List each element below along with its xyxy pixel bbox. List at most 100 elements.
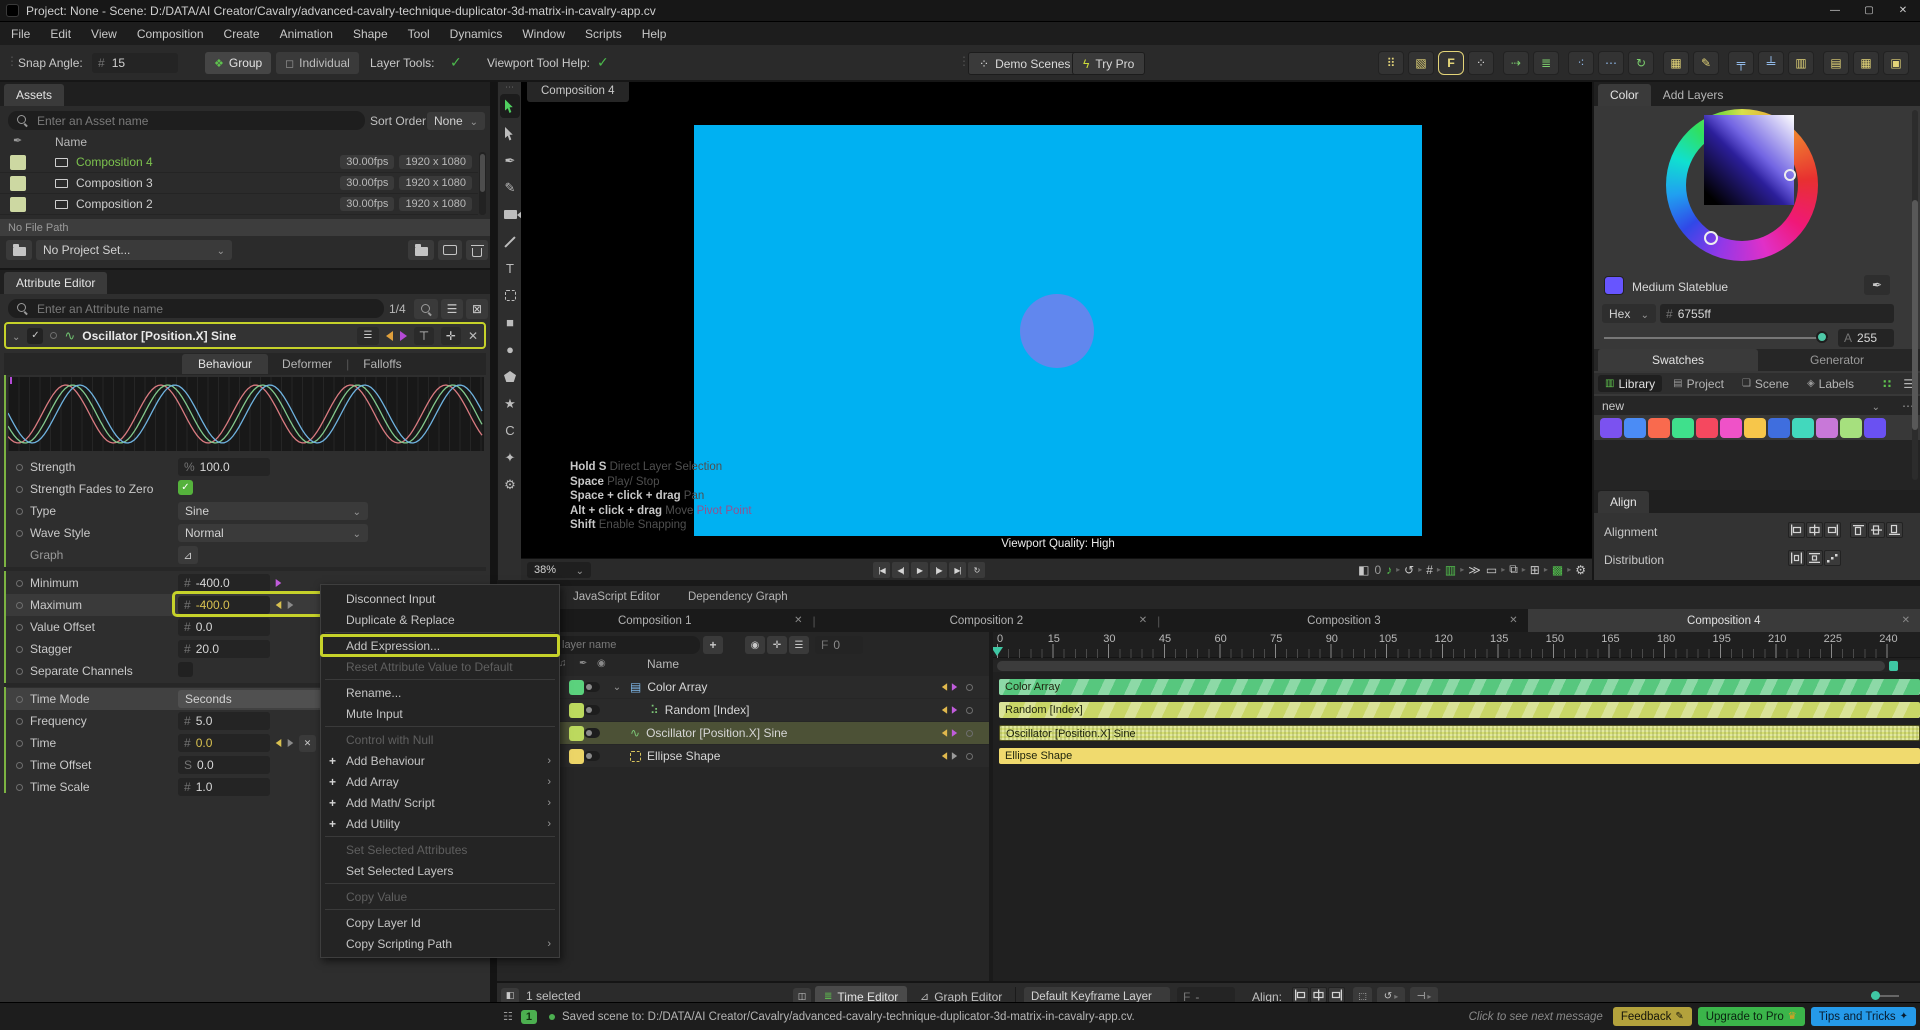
hex-mode-dropdown[interactable]: Hex [1602,304,1656,323]
menu-item-add-expression-[interactable]: Add Expression... [320,634,560,657]
close-tab-icon[interactable]: ✕ [1139,615,1147,626]
select-tool[interactable] [500,94,520,118]
line-tool[interactable] [498,228,522,255]
asset-color-swatch[interactable] [10,154,26,170]
move-icon[interactable]: ✛ [440,326,461,345]
color-swatch[interactable] [1720,418,1742,438]
layer-row-ellipse-shape[interactable]: Ellipse Shape [497,745,989,767]
layer-tools-check[interactable]: ✓ [450,54,462,71]
camera-tool[interactable] [498,201,522,228]
layer-color-swatch[interactable] [569,725,584,741]
duplicate-view-icon[interactable]: ⊞ [1529,563,1541,577]
asset-name[interactable]: Composition 3 [76,176,340,190]
canvas-circle[interactable] [1020,294,1094,368]
layer-out-arrow[interactable] [951,729,958,737]
tab-assets[interactable]: Assets [4,84,65,106]
layer-visibility-toggle[interactable] [584,682,600,692]
pencil-tool[interactable]: ✎ [498,174,522,201]
tab-generator[interactable]: Generator [1758,353,1916,367]
layer-row-oscillator-position-x-sine[interactable]: ∿ Oscillator [Position.X] Sine [497,722,989,744]
menu-item-mute-input[interactable]: Mute Input [321,703,559,724]
columns-icon[interactable]: ▥ [1788,51,1814,75]
go-start-button[interactable]: |◀ [873,562,890,578]
go-end-button[interactable]: ▶| [949,562,966,578]
menu-item-reset-attribute-value-to-default[interactable]: Reset Attribute Value to Default [321,656,559,677]
try-pro-button[interactable]: ϟ Try Pro [1072,52,1146,75]
checker-icon[interactable]: ▩ [1551,563,1564,577]
viewport-help-check[interactable]: ✓ [597,54,609,71]
tab-behaviour[interactable]: Behaviour [182,354,269,374]
layer-out-arrow[interactable] [951,752,958,760]
tab-add-layers[interactable]: Add Layers [1651,84,1736,106]
distribute-h-button[interactable] [1788,550,1805,566]
add-layer-button[interactable]: + [703,636,723,654]
asset-row[interactable]: Composition 4 30.00fps 1920 x 1080 [0,152,478,173]
polygon-tool[interactable] [498,363,522,390]
timeline-bar-random-index-[interactable]: Random [Index] [999,702,1920,718]
arc-tool[interactable]: C [498,417,522,444]
comp-tab-4[interactable]: Composition 4 ✕ [1527,609,1920,632]
menu-file[interactable]: File [2,24,39,44]
menu-shape[interactable]: Shape [344,24,397,44]
expander-icon[interactable]: ▸ [1567,565,1571,574]
pen-tool[interactable]: ✒ [498,147,522,174]
menu-item-add-utility[interactable]: Add Utility + › [321,813,559,834]
timeline-scrollbar[interactable] [993,660,1920,672]
layer-out-arrow[interactable] [951,706,958,714]
camera-icon[interactable]: ▣ [1883,51,1909,75]
color-swatch[interactable] [1816,418,1838,438]
trail-icon[interactable]: ⇢ [1503,51,1529,75]
close-button[interactable]: ✕ [1886,0,1920,22]
group-mode-button[interactable]: ❖ Group [205,52,272,74]
settings-filter-button[interactable]: ☰ [789,636,809,654]
asset-color-swatch[interactable] [10,196,26,212]
list-options-icon[interactable]: ☰ [356,326,379,345]
output-keyframe-arrow[interactable] [287,739,294,747]
input-connection-icon[interactable] [385,330,393,341]
color-swatch[interactable] [1840,418,1862,438]
attribute-dropdown[interactable]: Sine [178,502,368,520]
asset-row[interactable]: Composition 3 30.00fps 1920 x 1080 [0,173,478,194]
layers-icon[interactable]: ⧉ [1508,562,1519,577]
asset-color-swatch[interactable] [10,175,26,191]
chevron-down-icon[interactable] [1872,399,1880,413]
solo-filter-button[interactable]: ◉ [745,636,765,654]
input-keyframe-arrow[interactable] [275,739,282,747]
color-swatch[interactable] [1600,418,1622,438]
maximize-button[interactable]: ▢ [1852,0,1886,22]
cube-icon[interactable]: ▧ [1408,51,1434,75]
star-tool[interactable]: ★ [498,390,522,417]
expander-icon[interactable]: ▸ [1522,565,1526,574]
audio-icon[interactable]: ♪ [1385,563,1393,577]
layer-solo-circle[interactable] [966,752,973,760]
find-attribute-button[interactable] [414,299,438,319]
expander-icon[interactable]: ▸ [1396,565,1400,574]
layer-in-arrow[interactable] [941,752,948,760]
graph-button[interactable]: ⊿ [178,546,198,564]
color-swatch[interactable] [1792,418,1814,438]
text-tool[interactable]: T [498,255,522,282]
layer-in-arrow[interactable] [941,729,948,737]
collapse-icon[interactable] [12,329,20,343]
layer-in-arrow[interactable] [941,706,948,714]
grid-view-icon[interactable]: ∷ [1879,377,1895,391]
comp-tab-3[interactable]: Composition 3 ✕ [1160,609,1527,632]
play-button[interactable]: ▶ [911,562,928,578]
source-project[interactable]: ▤ Project [1666,375,1731,392]
attribute-search-input[interactable] [8,299,384,318]
filter-attributes-button[interactable]: ☰ [441,299,463,319]
eyedropper-icon[interactable]: ✒ [13,134,22,147]
distribute-v-button[interactable] [1806,550,1823,566]
move-filter-button[interactable]: ✛ [767,636,787,654]
text-frame-icon[interactable]: F [1438,51,1464,75]
alpha-slider[interactable] [1604,337,1828,339]
close-tab-icon[interactable]: ✕ [1902,615,1910,626]
menu-create[interactable]: Create [215,24,269,44]
attribute-value-field[interactable]: # -400.0 [178,596,270,614]
delete-asset-button[interactable] [466,240,488,260]
distribute-spacing-button[interactable] [1824,550,1841,566]
source-labels[interactable]: ◈ Labels [1800,375,1861,392]
output-keyframe-arrow[interactable] [287,601,294,609]
align-right-button[interactable] [1824,522,1841,538]
expander-icon[interactable]: ▸ [1544,565,1548,574]
